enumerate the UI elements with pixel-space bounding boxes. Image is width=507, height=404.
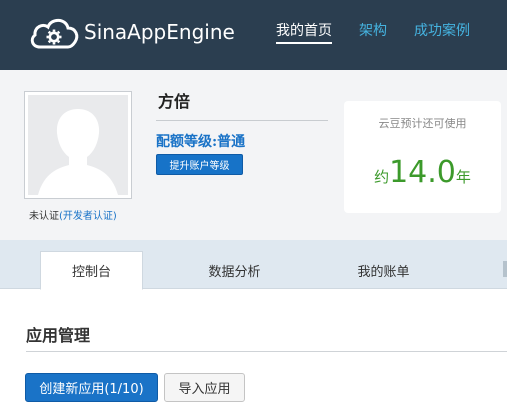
estimate-prefix: 约 xyxy=(374,168,390,186)
nav-home[interactable]: 我的首页 xyxy=(276,21,332,44)
logo-text: SinaAppEngine xyxy=(84,20,235,44)
import-app-button[interactable]: 导入应用 xyxy=(164,373,245,402)
main-nav: 我的首页 架构 成功案例 xyxy=(276,21,497,44)
divider xyxy=(156,120,328,121)
developer-verify-link[interactable]: (开发者认证) xyxy=(59,211,117,222)
tab-overflow-edge[interactable] xyxy=(503,261,507,277)
tab-analytics[interactable]: 数据分析 xyxy=(183,251,286,289)
nav-cases[interactable]: 成功案例 xyxy=(414,21,470,44)
divider xyxy=(26,351,507,352)
verification-status: 未认证(开发者认证) xyxy=(29,207,117,222)
estimate-years: 14.0 xyxy=(389,155,456,190)
cloud-gear-icon xyxy=(30,18,79,49)
app-management-title: 应用管理 xyxy=(26,326,91,345)
create-app-button[interactable]: 创建新应用(1/10) xyxy=(25,373,158,402)
verify-status-text: 未认证 xyxy=(29,211,59,222)
tab-console[interactable]: 控制台 xyxy=(40,251,143,290)
top-header: SinaAppEngine 我的首页 架构 成功案例 xyxy=(0,0,507,70)
avatar-placeholder-icon xyxy=(28,95,128,195)
upgrade-account-button[interactable]: 提升账户等级 xyxy=(156,154,243,175)
nav-architecture[interactable]: 架构 xyxy=(359,21,387,44)
profile-panel: 未认证(开发者认证) 方倍 配额等级:普通 提升账户等级 云豆预计还可使用 约1… xyxy=(0,70,507,240)
cloud-bean-card: 云豆预计还可使用 约14.0年 xyxy=(344,101,501,213)
tab-bar: 控制台 数据分析 我的账单 xyxy=(0,240,507,290)
avatar[interactable] xyxy=(24,91,132,199)
tab-billing[interactable]: 我的账单 xyxy=(332,251,435,289)
logo[interactable]: SinaAppEngine xyxy=(28,12,235,52)
user-name: 方倍 xyxy=(158,92,191,111)
estimate-unit: 年 xyxy=(455,168,471,186)
cloud-bean-label: 云豆预计还可使用 xyxy=(378,117,467,130)
cloud-bean-estimate: 约14.0年 xyxy=(344,155,501,190)
quota-level: 配额等级:普通 xyxy=(156,134,246,150)
